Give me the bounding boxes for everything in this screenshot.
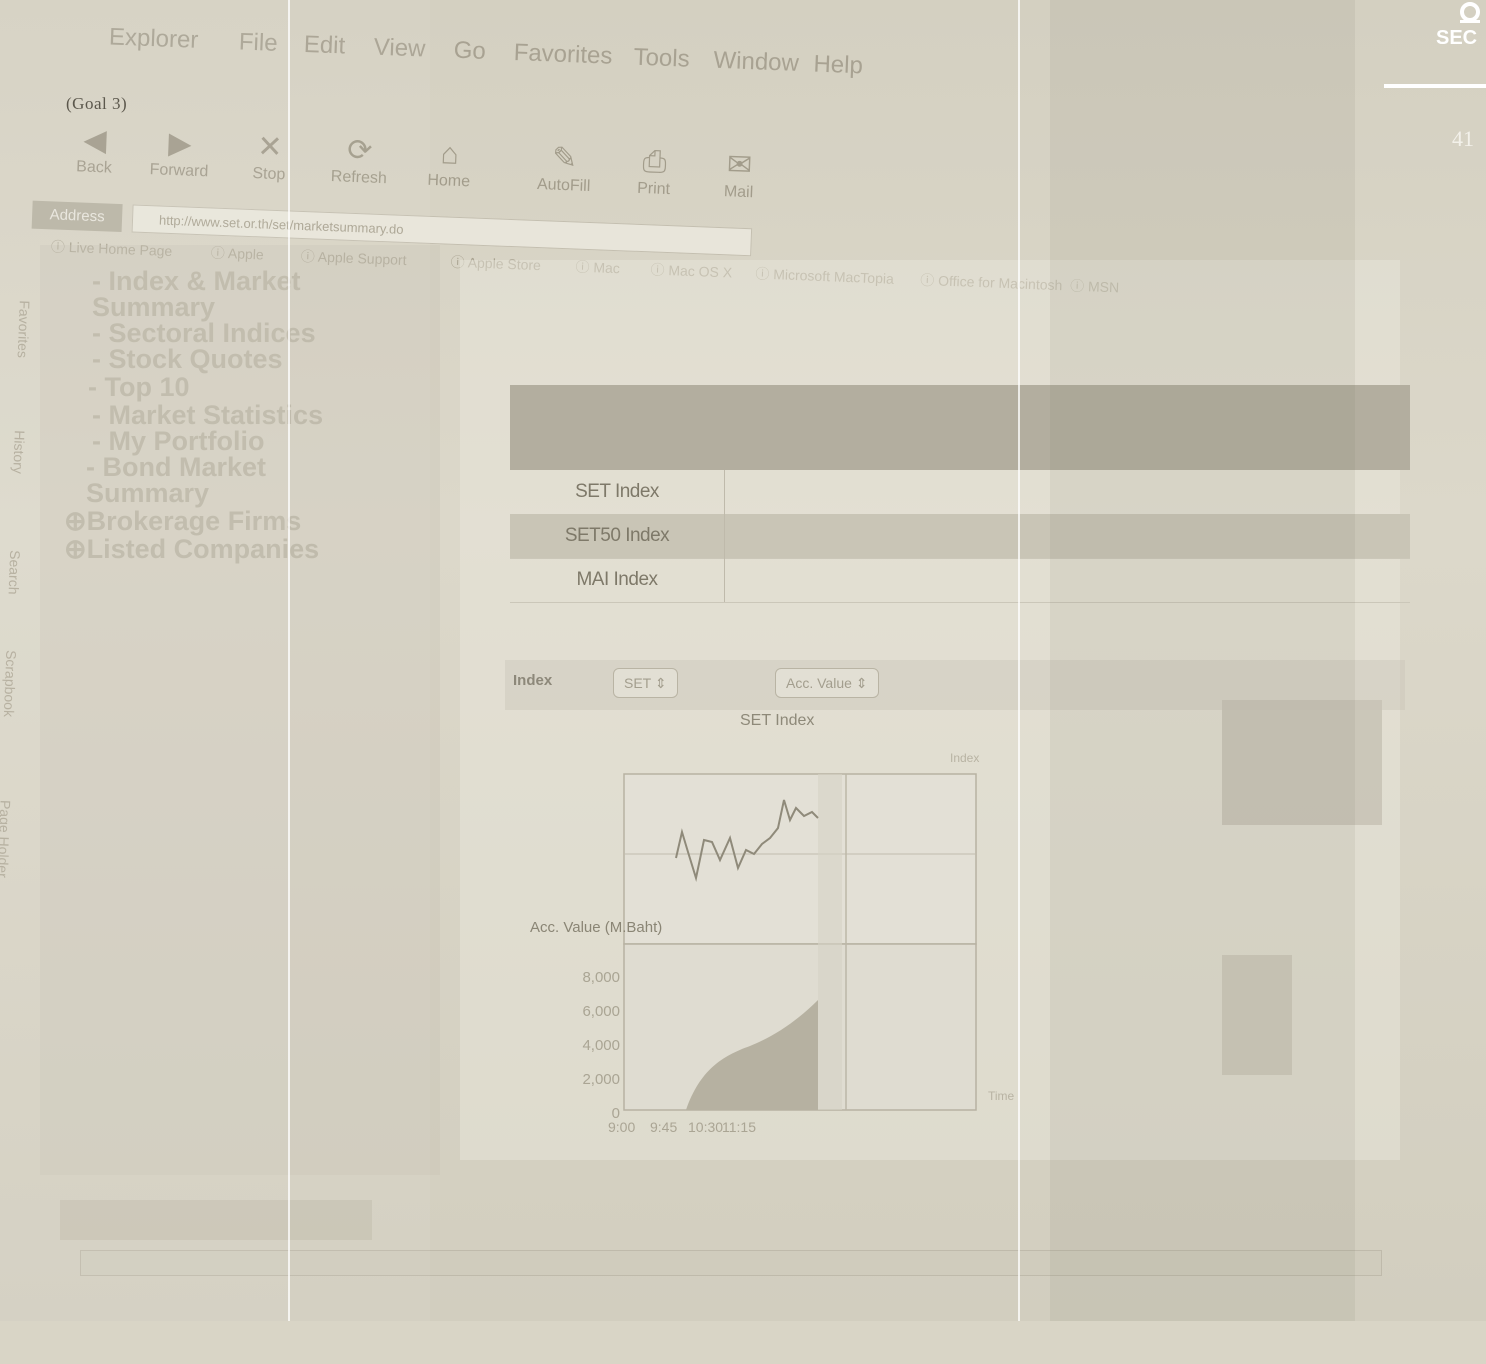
goal-label: (Goal 3) bbox=[66, 94, 128, 113]
select-arrows-icon: ⇕ bbox=[654, 675, 667, 691]
y-tick-label: 8,000 bbox=[582, 969, 620, 986]
print-button[interactable]: ⎙ Print bbox=[613, 143, 695, 200]
y-tick-label: 2,000 bbox=[582, 1071, 620, 1088]
menu-help[interactable]: Help bbox=[813, 51, 863, 81]
index-chart: Acc. Value (M.Baht) Index Time 8,000 6,0… bbox=[500, 740, 1100, 1180]
menu-window[interactable]: Window bbox=[713, 47, 799, 78]
index-plot-area bbox=[623, 773, 977, 945]
y-axis-label: Acc. Value (M.Baht) bbox=[530, 919, 662, 936]
overlay-band bbox=[1050, 0, 1355, 1321]
overlay-band bbox=[0, 0, 290, 1321]
mail-icon: ✉ bbox=[726, 148, 753, 183]
printer-icon: ⎙ bbox=[642, 145, 668, 179]
x-tick-label: 10:30 bbox=[688, 1119, 723, 1135]
menu-favorites[interactable]: Favorites bbox=[513, 39, 613, 71]
overlay-line bbox=[288, 0, 290, 1321]
page-number: 41 bbox=[1452, 126, 1474, 151]
index-label: Index bbox=[513, 672, 553, 689]
overlay-line bbox=[1018, 0, 1020, 1321]
midday-break-band bbox=[818, 774, 842, 1110]
x-tick-label: 9:00 bbox=[608, 1119, 635, 1135]
menu-tools[interactable]: Tools bbox=[633, 44, 690, 74]
menu-go[interactable]: Go bbox=[453, 37, 486, 66]
logo-text: SEC bbox=[1436, 27, 1477, 46]
autofill-icon: ✎ bbox=[551, 141, 578, 176]
y-tick-label: 4,000 bbox=[582, 1037, 620, 1054]
row-name[interactable]: SET50 Index bbox=[510, 514, 725, 558]
row-name[interactable]: SET Index bbox=[510, 470, 725, 514]
value-select[interactable]: Acc. Value ⇕ bbox=[775, 668, 879, 698]
time-axis-label: Time bbox=[988, 1089, 1015, 1103]
select-arrows-icon: ⇕ bbox=[855, 675, 868, 691]
chart-title: SET Index bbox=[740, 712, 815, 729]
y-tick-label: 6,000 bbox=[582, 1003, 620, 1020]
x-tick-label: 11:15 bbox=[722, 1119, 756, 1135]
autofill-button[interactable]: ✎ AutoFill bbox=[523, 139, 605, 196]
mail-button[interactable]: ✉ Mail bbox=[698, 146, 780, 203]
chart-svg: Acc. Value (M.Baht) Index Time 8,000 6,0… bbox=[530, 751, 1015, 1135]
right-axis-label: Index bbox=[950, 751, 979, 765]
header-rule bbox=[1384, 84, 1486, 88]
x-tick-label: 9:45 bbox=[650, 1119, 677, 1135]
sec-logo: SEC bbox=[1436, 2, 1480, 46]
row-name[interactable]: MAI Index bbox=[510, 558, 725, 602]
index-select[interactable]: SET ⇕ bbox=[613, 668, 678, 698]
overlay-band bbox=[290, 0, 430, 1321]
